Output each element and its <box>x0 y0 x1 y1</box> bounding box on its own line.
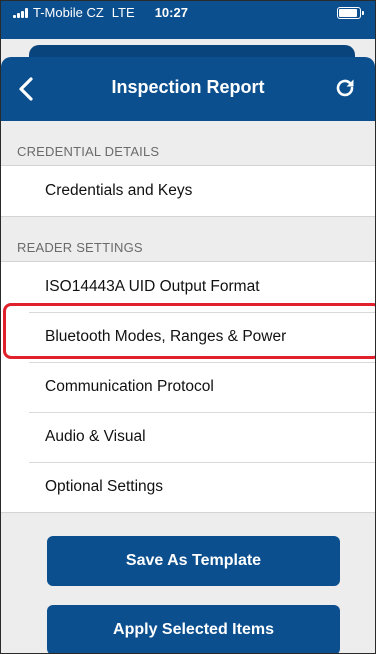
list-item-bluetooth-modes[interactable]: Bluetooth Modes, Ranges & Power <box>1 312 375 362</box>
list-item-credentials-and-keys[interactable]: Credentials and Keys <box>1 166 375 216</box>
signal-icon <box>13 7 29 18</box>
chevron-left-icon[interactable] <box>15 75 39 103</box>
section-header-reader-settings: READER SETTINGS <box>17 240 143 255</box>
navigation-bar: Inspection Report <box>1 57 375 121</box>
apply-selected-items-button[interactable]: Apply Selected Items <box>47 605 340 653</box>
refresh-icon[interactable] <box>333 76 357 100</box>
app-screen: T-Mobile CZ LTE 10:27 Inspection Report … <box>0 0 376 654</box>
list-item-audio-visual[interactable]: Audio & Visual <box>1 412 375 462</box>
save-as-template-button[interactable]: Save As Template <box>47 536 340 586</box>
battery-icon <box>337 7 364 19</box>
carrier-name: T-Mobile CZ <box>33 5 104 20</box>
network-type: LTE <box>111 5 135 20</box>
list-item-optional-settings[interactable]: Optional Settings <box>1 462 375 512</box>
status-bar: T-Mobile CZ LTE 10:27 <box>1 1 375 39</box>
list-item-iso14443a-uid-output-format[interactable]: ISO14443A UID Output Format <box>1 262 375 312</box>
reader-settings-list: ISO14443A UID Output Format Bluetooth Mo… <box>1 261 375 513</box>
credential-details-list: Credentials and Keys <box>1 165 375 217</box>
section-header-credential-details: CREDENTIAL DETAILS <box>17 144 160 159</box>
page-title: Inspection Report <box>111 77 265 97</box>
status-left: T-Mobile CZ LTE 10:27 <box>13 5 188 20</box>
status-time: 10:27 <box>154 5 188 20</box>
list-item-communication-protocol[interactable]: Communication Protocol <box>1 362 375 412</box>
